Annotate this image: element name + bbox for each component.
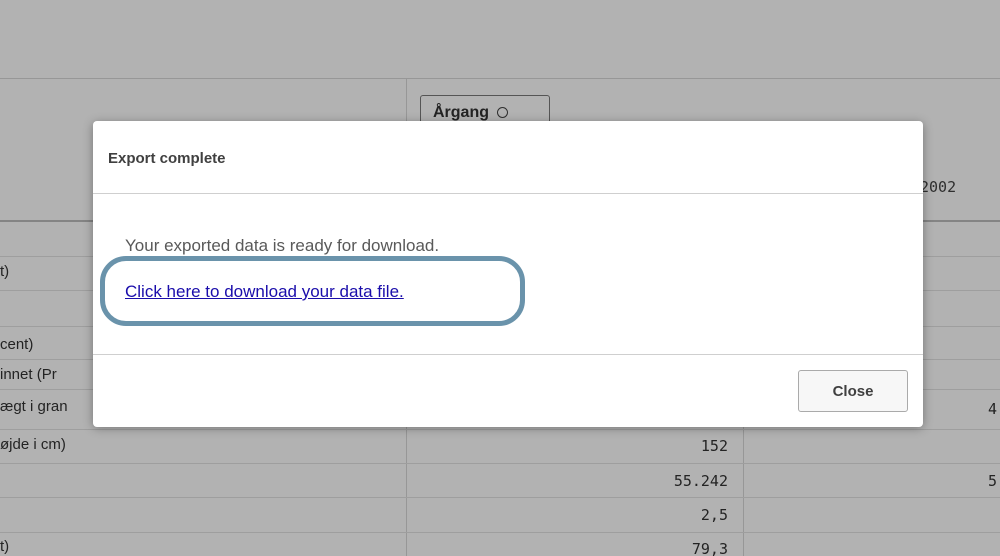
download-data-link[interactable]: Click here to download your data file. — [125, 282, 404, 302]
export-ready-message: Your exported data is ready for download… — [125, 236, 440, 255]
dialog-header: Export complete — [93, 121, 923, 194]
dialog-title: Export complete — [108, 150, 226, 167]
dialog-footer: Close — [93, 354, 923, 427]
dialog-body: Your exported data is ready for download… — [93, 194, 923, 354]
close-button[interactable]: Close — [798, 370, 908, 412]
export-complete-dialog: Export complete Your exported data is re… — [93, 121, 923, 427]
